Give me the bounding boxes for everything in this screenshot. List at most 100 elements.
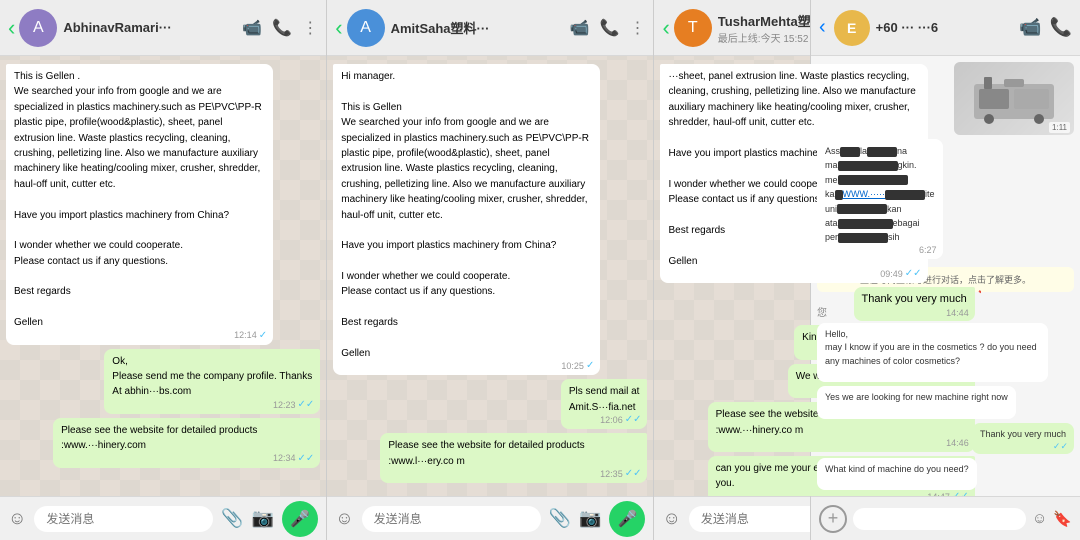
message-time: 14:46 <box>946 437 969 450</box>
machine-illustration <box>969 69 1059 129</box>
image-time: 1:11 <box>1049 122 1070 133</box>
message-time: 14:47 ✓✓ <box>927 490 968 496</box>
message-2-2: Pls send mail at Amit.S···fia.net 12:06 … <box>561 379 648 429</box>
footer-2: ☺ 📎 📷 🎤 <box>327 496 653 540</box>
message-time: 12:34 ✓✓ <box>273 452 314 466</box>
camera-icon-1[interactable]: 📷 <box>252 508 274 529</box>
avatar-3: T <box>674 9 712 47</box>
message-text: Hi manager. This is Gellen We searched y… <box>341 71 591 359</box>
back-icon-3[interactable]: ‹ <box>662 15 669 41</box>
attach-icon-1[interactable]: 📎 <box>221 508 243 529</box>
check-icon: ✓✓ <box>625 413 642 427</box>
message-text: Pls send mail at Amit.S···fia.net <box>569 386 640 412</box>
camera-icon-2[interactable]: 📷 <box>579 508 601 529</box>
right-header-icons: 📹 📞 <box>1019 17 1072 38</box>
mic-button-2[interactable]: 🎤 <box>609 501 645 537</box>
chat-header-2: ‹ A AmitSaha塑料··· 📹 📞 ⋮ <box>327 0 653 56</box>
right-footer-icons: ☺ 🔖 <box>1032 510 1072 528</box>
message-text: Please see the website for detailed prod… <box>61 425 260 451</box>
mic-button-1[interactable]: 🎤 <box>282 501 318 537</box>
arrow-indicator <box>977 289 981 311</box>
right-video-icon[interactable]: 📹 <box>1019 17 1041 38</box>
message-text: Hello,may I know if you are in the cosme… <box>825 328 1040 369</box>
right-message-input[interactable] <box>853 508 1026 530</box>
product-image: 1:11 <box>954 62 1074 135</box>
footer-1: ☺ 📎 📷 🎤 <box>0 496 326 540</box>
right-emoji-icon[interactable]: ☺ <box>1032 510 1047 528</box>
right-contact-phone: +60 ··· ···6 <box>876 20 1019 35</box>
message-time: 12:23 ✓✓ <box>273 398 314 412</box>
check-icon: ✓✓ <box>905 267 922 281</box>
right-msg-whatkind: What kind of machine do you need? <box>817 458 977 490</box>
message-text: This is Gellen . We searched your info f… <box>14 71 264 328</box>
right-msg-redacted: Asslana magkin. me kaWWW.·····ite unikan… <box>817 139 943 259</box>
right-footer: + ☺ 🔖 <box>811 496 1080 540</box>
message-text: Please see the website for detailed prod… <box>388 440 587 466</box>
video-icon-2[interactable]: 📹 <box>570 18 590 38</box>
message-text: What kind of machine do you need? <box>825 463 969 476</box>
message-2-1: Hi manager. This is Gellen We searched y… <box>333 64 600 375</box>
right-sticker-icon[interactable]: 🔖 <box>1053 510 1072 528</box>
message-input-1[interactable] <box>34 506 213 532</box>
back-icon-2[interactable]: ‹ <box>335 15 342 41</box>
message-text: Thank you very much <box>862 293 967 305</box>
phone-icon-2[interactable]: 📞 <box>600 18 620 38</box>
attach-icon-2[interactable]: 📎 <box>549 508 571 529</box>
header-icons-2: 📹 📞 ⋮ <box>570 18 646 38</box>
add-button[interactable]: + <box>819 505 847 533</box>
back-icon-1[interactable]: ‹ <box>8 15 15 41</box>
message-input-2[interactable] <box>362 506 541 532</box>
redacted-content: Asslana magkin. me kaWWW.·····ite unikan… <box>825 144 935 245</box>
chat-header-1: ‹ A AbhinavRamari··· 📹 📞 ⋮ <box>0 0 326 56</box>
message-1-3: Please see the website for detailed prod… <box>53 418 320 468</box>
right-phone-icon[interactable]: 📞 <box>1050 17 1072 38</box>
messages-1: This is Gellen . We searched your info f… <box>0 56 326 496</box>
message-text: Ok, Please send me the company profile. … <box>112 356 312 398</box>
check-icon: ✓✓ <box>625 467 642 481</box>
menu-icon-2[interactable]: ⋮ <box>629 18 645 38</box>
message-time: 14:44 <box>946 307 969 320</box>
right-back-icon[interactable]: ‹ <box>819 16 826 39</box>
right-avatar: E <box>834 10 870 46</box>
chat-panel-2: ‹ A AmitSaha塑料··· 📹 📞 ⋮ Hi manager. This… <box>327 0 654 540</box>
check-icon: ✓✓ <box>297 452 314 466</box>
message-2-3: Please see the website for detailed prod… <box>380 433 647 483</box>
emoji-icon-3[interactable]: ☺ <box>662 508 680 529</box>
header-info-1: AbhinavRamari··· <box>63 20 242 35</box>
message-time: 10:25 ✓ <box>561 359 594 373</box>
right-msg-hello: Hello,may I know if you are in the cosme… <box>817 323 1048 383</box>
message-time: 6:27 <box>919 244 937 257</box>
emoji-icon-2[interactable]: ☺ <box>335 508 353 529</box>
right-header: ‹ E +60 ··· ···6 📹 📞 <box>811 0 1080 56</box>
you-label: 您 <box>817 304 827 319</box>
message-time: 12:14 ✓ <box>234 329 267 343</box>
message-1-2: Ok, Please send me the company profile. … <box>104 349 320 414</box>
contact-name-1: AbhinavRamari··· <box>63 20 242 35</box>
chat-panels-container: ‹ A AbhinavRamari··· 📹 📞 ⋮ This is Gelle… <box>0 0 810 540</box>
check-icon: ✓ <box>259 329 267 343</box>
menu-icon-1[interactable]: ⋮ <box>302 18 318 38</box>
message-text: Yes we are looking for new machine right… <box>825 391 1008 405</box>
check-icon: ✓ <box>586 359 594 373</box>
message-3-thankyou: Thank you very much 14:44 <box>854 287 975 321</box>
check-icon: ✓✓ <box>1053 440 1068 453</box>
right-msg-looking: Yes we are looking for new machine right… <box>817 386 1016 419</box>
messages-2: Hi manager. This is Gellen We searched y… <box>327 56 653 496</box>
message-text: Thank you very much <box>980 428 1066 441</box>
message-1-1: This is Gellen . We searched your info f… <box>6 64 273 345</box>
header-icons-1: 📹 📞 ⋮ <box>242 18 318 38</box>
check-icon: ✓✓ <box>952 490 969 496</box>
check-icon: ✓✓ <box>297 398 314 412</box>
avatar-1: A <box>19 9 57 47</box>
contact-name-2: AmitSaha塑料··· <box>391 18 570 37</box>
header-info-2: AmitSaha塑料··· <box>391 18 570 37</box>
emoji-icon-1[interactable]: ☺ <box>8 508 26 529</box>
avatar-2: A <box>347 9 385 47</box>
right-msg-thankyou: Thank you very much ✓✓ <box>972 423 1074 455</box>
message-time: 12:35 ✓✓ <box>600 467 641 481</box>
message-time: ✓✓ <box>1053 440 1068 453</box>
chat-panel-1: ‹ A AbhinavRamari··· 📹 📞 ⋮ This is Gelle… <box>0 0 327 540</box>
phone-icon-1[interactable]: 📞 <box>272 18 292 38</box>
video-icon-1[interactable]: 📹 <box>242 18 262 38</box>
message-time: 12:06 ✓✓ <box>600 413 641 427</box>
